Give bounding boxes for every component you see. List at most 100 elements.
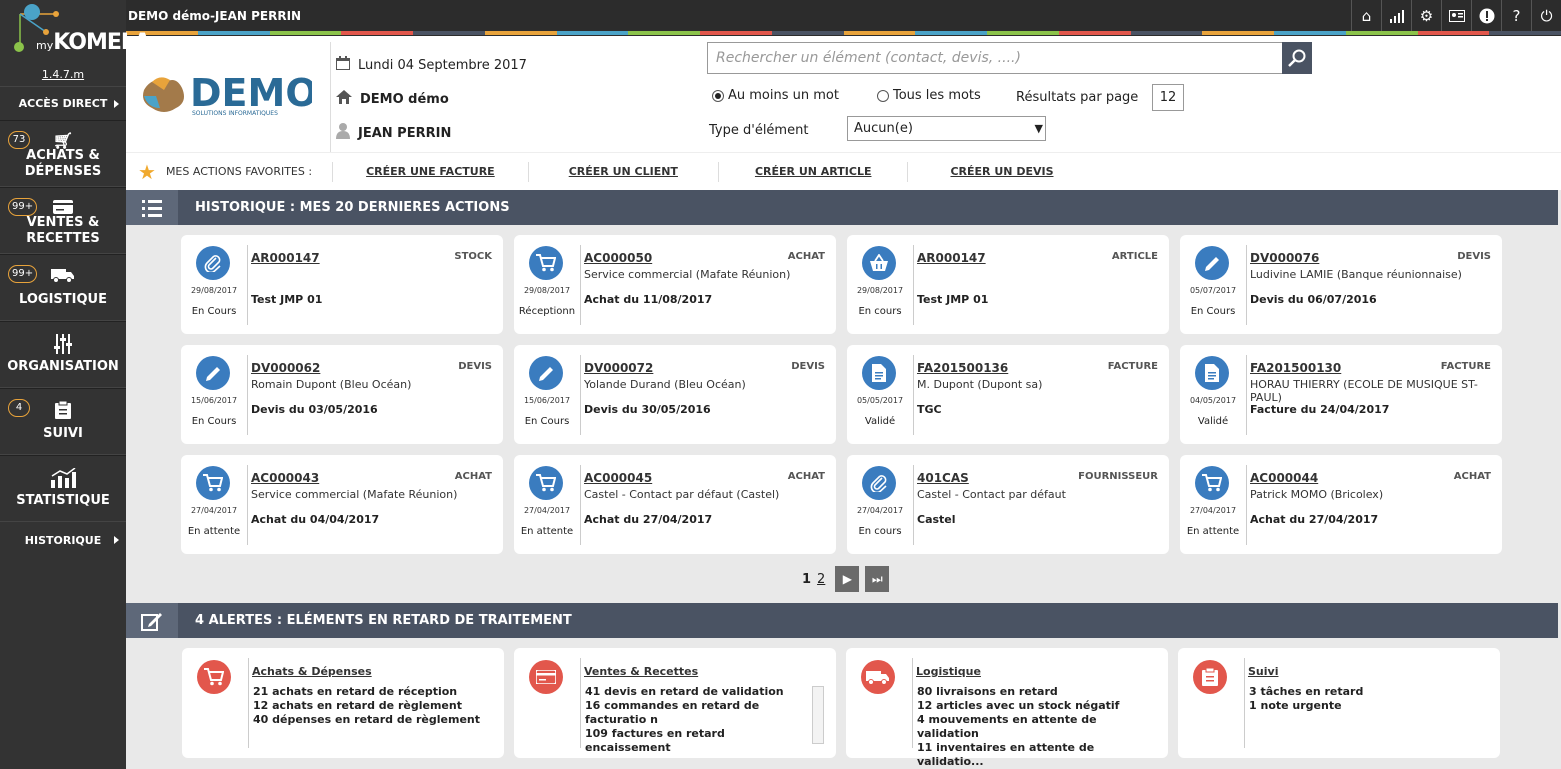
nav-historique[interactable]: HISTORIQUE (0, 522, 126, 558)
history-card[interactable]: 27/04/2017 En attente AC000045 ACHAT Castel … (514, 455, 836, 554)
history-card[interactable]: 05/05/2017 Validé FA201500136 FACTURE M. Dup… (847, 345, 1169, 444)
history-card[interactable]: 05/07/2017 En Cours DV000076 DEVIS Ludivine … (1180, 235, 1502, 334)
history-card[interactable]: 27/04/2017 En cours 401CAS FOURNISSEUR Caste… (847, 455, 1169, 554)
next-page-button[interactable]: ▶ (835, 566, 860, 592)
edit-icon[interactable] (126, 603, 178, 638)
history-card[interactable]: 15/06/2017 En Cours DV000072 DEVIS Yolande D… (514, 345, 836, 444)
alert-line[interactable]: 4 mouvements en attente de validation (917, 713, 1145, 741)
history-card[interactable]: 27/04/2017 En attente AC000044 ACHAT Patrick… (1180, 455, 1502, 554)
help-icon[interactable]: ? (1501, 0, 1531, 31)
card-description: Test JMP 01 (251, 293, 323, 306)
alert-line[interactable]: 12 achats en retard de règlement (253, 699, 481, 713)
alert-line[interactable]: 1 note urgente (1249, 699, 1477, 713)
radio-all-words[interactable]: Tous les mots (876, 88, 981, 103)
history-card[interactable]: 04/05/2017 Validé FA201500130 FACTURE HORAU … (1180, 345, 1502, 444)
card-reference-link[interactable]: DV000062 (251, 361, 320, 375)
history-card[interactable]: 27/04/2017 En attente AC000043 ACHAT Service… (181, 455, 503, 554)
power-icon[interactable]: ⏻ (1531, 0, 1561, 31)
card-reference-link[interactable]: AC000043 (251, 471, 319, 485)
alert-line[interactable]: 12 articles avec un stock négatif (917, 699, 1145, 713)
alert-line[interactable]: 80 livraisons en retard (917, 685, 1145, 699)
card-contact: Service commercial (Mafate Réunion) (251, 488, 458, 501)
card-reference-link[interactable]: 401CAS (917, 471, 969, 485)
element-type-select[interactable]: Aucun(e) (847, 116, 1046, 141)
card-date: 15/06/2017 (523, 396, 571, 405)
divider (1246, 245, 1247, 325)
page-link[interactable]: 2 (817, 572, 825, 587)
card-reference-link[interactable]: AC000044 (1250, 471, 1318, 485)
nav-ventes-recettes[interactable]: 99+ VENTES & RECETTES (0, 187, 126, 254)
card-description: Facture du 24/04/2017 (1250, 403, 1390, 416)
alert-category-link[interactable]: Suivi (1248, 665, 1278, 678)
card-reference-link[interactable]: FA201500130 (1250, 361, 1341, 375)
create-invoice-link[interactable]: CRÉER UNE FACTURE (332, 161, 528, 182)
count-badge: 99+ (8, 198, 38, 216)
create-client-link[interactable]: CRÉER UN CLIENT (527, 161, 718, 182)
create-article-link[interactable]: CRÉER UN ARTICLE (717, 161, 908, 182)
version-link[interactable]: 1.4.7.m (0, 68, 126, 81)
cart-icon (529, 246, 563, 280)
nav-suivi[interactable]: 4 SUIVI (0, 388, 126, 455)
company-logo: DEMO SOLUTIONS INFORMATIQUES (142, 70, 318, 120)
nav-achats-depenses[interactable]: 73 🛒︎ ACHATS & DÉPENSES (0, 120, 126, 187)
history-card[interactable]: 29/08/2017 Réceptionn AC000050 ACHAT Service… (514, 235, 836, 334)
alert-line[interactable]: 41 devis en retard de validation (585, 685, 813, 699)
card-reference-link[interactable]: AC000050 (584, 251, 652, 265)
card-reference-link[interactable]: AC000045 (584, 471, 652, 485)
nav-acces-direct[interactable]: ACCÈS DIRECT (0, 86, 126, 120)
alert-line[interactable]: 21 achats en retard de réception (253, 685, 481, 699)
card-reference-link[interactable]: DV000072 (584, 361, 653, 375)
alert-category-link[interactable]: Logistique (916, 665, 981, 678)
alert-category-link[interactable]: Ventes & Recettes (584, 665, 698, 678)
history-card[interactable]: 15/06/2017 En Cours DV000062 DEVIS Romain Du… (181, 345, 503, 444)
stripe-segment (1274, 31, 1346, 35)
list-icon[interactable] (126, 190, 178, 225)
chart-icon[interactable] (1381, 0, 1411, 31)
gear-icon[interactable]: ⚙ (1411, 0, 1441, 31)
card-contact: Castel - Contact par défaut (917, 488, 1066, 501)
scrollbar[interactable] (812, 686, 824, 744)
card-date: 27/04/2017 (190, 506, 238, 515)
star-icon: ★ (138, 159, 156, 184)
radio-any-word[interactable]: Au moins un mot (712, 88, 839, 103)
home-icon[interactable]: ⌂ (1351, 0, 1381, 31)
search-options: Au moins un mot Tous les mots (712, 88, 981, 103)
history-card[interactable]: 29/08/2017 En cours AR000147 ARTICLE Test JM… (847, 235, 1169, 334)
card-description: Devis du 06/07/2016 (1250, 293, 1377, 306)
card-description: Castel (917, 513, 956, 526)
search-input[interactable]: Rechercher un élément (contact, devis, .… (707, 42, 1283, 74)
stripe-segment (1345, 31, 1418, 35)
last-page-button[interactable]: ⏭ (865, 566, 890, 592)
card-status: En attente (187, 526, 241, 537)
id-card-icon[interactable] (1441, 0, 1471, 31)
card-type: DEVIS (1457, 251, 1491, 262)
card-reference-link[interactable]: AR000147 (917, 251, 986, 265)
calendar-icon (336, 56, 350, 74)
create-quote-link[interactable]: CRÉER UN DEVIS (907, 161, 1095, 182)
divider (330, 42, 331, 152)
card-reference-link[interactable]: FA201500136 (917, 361, 1008, 375)
alert-line[interactable]: 11 inventaires en attente de validatio..… (917, 741, 1145, 769)
nav-organisation[interactable]: ORGANISATION (0, 321, 126, 388)
card-status: En attente (520, 526, 574, 537)
results-per-page-input[interactable]: 12 (1152, 84, 1184, 111)
page-current: 1 (802, 571, 812, 587)
alert-line[interactable]: 16 commandes en retard de facturatio n (585, 699, 813, 727)
card-contact: Castel - Contact par défaut (Castel) (584, 488, 780, 501)
card-reference-link[interactable]: AR000147 (251, 251, 320, 265)
nav-label: ORGANISATION (7, 359, 119, 374)
alert-category-link[interactable]: Achats & Dépenses (252, 665, 372, 678)
logo-subtext: SOLUTIONS INFORMATIQUES (192, 110, 278, 117)
alert-line[interactable]: 40 dépenses en retard de règlement (253, 713, 481, 727)
nav-statistique[interactable]: STATISTIQUE (0, 455, 126, 522)
nav-logistique[interactable]: 99+ LOGISTIQUE (0, 254, 126, 321)
nav-label: DÉPENSES (24, 164, 102, 179)
history-card[interactable]: 29/08/2017 En Cours AR000147 STOCK Test JMP … (181, 235, 503, 334)
divider (913, 245, 914, 325)
card-reference-link[interactable]: DV000076 (1250, 251, 1319, 265)
alert-icon[interactable] (1471, 0, 1501, 31)
app-logo[interactable]: myKOMELA 1.4.7.m (0, 0, 151, 86)
alert-line[interactable]: 109 factures en retard encaissement (585, 727, 813, 755)
alert-line[interactable]: 3 tâches en retard (1249, 685, 1477, 699)
search-button[interactable] (1282, 42, 1312, 74)
